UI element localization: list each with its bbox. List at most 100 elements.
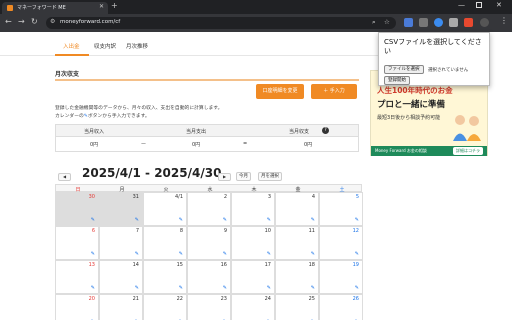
pencil-icon[interactable]: ✎: [267, 251, 271, 257]
calendar-day-cell[interactable]: 16 ✎: [187, 260, 231, 294]
pencil-icon[interactable]: ✎: [223, 217, 227, 223]
zoom-search-icon[interactable]: ⌕: [372, 18, 376, 27]
pencil-icon[interactable]: ✎: [267, 217, 271, 223]
pencil-icon[interactable]: ✎: [135, 217, 139, 223]
calendar-day-cell[interactable]: 22✎: [143, 294, 187, 320]
pencil-icon[interactable]: ✎: [135, 285, 139, 291]
site-info-icon[interactable]: ⚙: [50, 18, 55, 25]
calendar-day-cell[interactable]: 14 ✎: [99, 260, 143, 294]
pencil-icon[interactable]: ✎: [355, 251, 359, 257]
day-number: 14: [132, 262, 139, 268]
ad-cta-button[interactable]: 詳細はコチラ: [453, 147, 483, 155]
day-number: 26: [352, 296, 359, 302]
pencil-icon[interactable]: ✎: [91, 251, 95, 257]
calendar-day-cell[interactable]: 6 ✎: [55, 226, 99, 260]
day-number: 15: [176, 262, 183, 268]
tab-monthly-trend[interactable]: 月次推移: [126, 42, 148, 50]
extension-icon[interactable]: [419, 18, 428, 27]
calendar-day-cell[interactable]: 4 ✎: [275, 192, 319, 226]
calendar-day-cell[interactable]: 2 ✎: [187, 192, 231, 226]
calendar-day-cell[interactable]: 3 ✎: [231, 192, 275, 226]
equals-operator: =: [243, 141, 248, 147]
balance-label: 当月収支: [289, 129, 310, 135]
pencil-icon[interactable]: ✎: [311, 285, 315, 291]
back-arrow-icon[interactable]: ←: [5, 17, 12, 27]
pencil-icon[interactable]: ✎: [179, 251, 183, 257]
pencil-icon[interactable]: ✎: [311, 217, 315, 223]
day-number: 31: [132, 194, 139, 200]
window-close-button[interactable]: ✕: [496, 1, 502, 9]
start-import-button[interactable]: 登録開始: [384, 76, 410, 85]
calendar-day-cell[interactable]: 8 ✎: [143, 226, 187, 260]
manual-entry-button[interactable]: ＋ 手入力: [311, 84, 357, 99]
minus-operator: ー: [141, 142, 147, 148]
calendar-day-cell[interactable]: 17 ✎: [231, 260, 275, 294]
new-tab-button[interactable]: +: [111, 1, 118, 10]
calendar-day-cell[interactable]: 23✎: [187, 294, 231, 320]
window-minimize-button[interactable]: —: [458, 1, 465, 9]
help-icon[interactable]: ?: [322, 127, 329, 134]
calendar-day-cell[interactable]: 7 ✎: [99, 226, 143, 260]
ad-note: 最短3日後から相談予約可能: [377, 115, 441, 121]
calendar-day-cell[interactable]: 5 ✎: [319, 192, 363, 226]
calendar-day-cell[interactable]: 11 ✎: [275, 226, 319, 260]
calendar-day-cell[interactable]: 12 ✎: [319, 226, 363, 260]
calendar-day-cell[interactable]: 25✎: [275, 294, 319, 320]
pencil-icon[interactable]: ✎: [267, 285, 271, 291]
calendar-day-cell[interactable]: 19 ✎: [319, 260, 363, 294]
tab-close-icon[interactable]: ✕: [99, 3, 104, 10]
csv-import-extension-icon[interactable]: [464, 18, 473, 27]
browser-tab[interactable]: マネーフォワード ME ✕: [2, 2, 108, 14]
day-number: 20: [88, 296, 95, 302]
extension-circle-icon[interactable]: [434, 18, 443, 27]
forward-arrow-icon[interactable]: →: [18, 17, 25, 27]
ad-footer: Money Forward お金の相談 詳細はコチラ: [371, 146, 487, 156]
calendar-day-cell[interactable]: 9 ✎: [187, 226, 231, 260]
pencil-icon[interactable]: ✎: [179, 285, 183, 291]
tab-cashflow[interactable]: 入出金: [63, 42, 80, 50]
extension-translate-icon[interactable]: [404, 18, 413, 27]
browser-menu-icon[interactable]: ⋮: [500, 16, 508, 25]
pencil-icon[interactable]: ✎: [91, 285, 95, 291]
pencil-icon[interactable]: ✎: [223, 251, 227, 257]
tab-breakdown[interactable]: 収支内訳: [94, 42, 116, 50]
bookmark-star-icon[interactable]: ☆: [384, 18, 390, 26]
address-bar[interactable]: ⚙ moneyforward.com/cf ⌕ ☆: [46, 17, 396, 29]
pencil-icon[interactable]: ✎: [91, 217, 95, 223]
day-number: 9: [223, 228, 227, 234]
calendar-day-cell[interactable]: 31 ✎: [99, 192, 143, 226]
next-month-button[interactable]: ▶: [218, 173, 231, 181]
calendar-day-cell[interactable]: 18 ✎: [275, 260, 319, 294]
this-month-button[interactable]: 今月: [236, 172, 251, 181]
change-account-button[interactable]: 口座明細を変更: [256, 84, 304, 99]
window-maximize-button[interactable]: [476, 2, 482, 8]
profile-avatar-icon[interactable]: [480, 18, 489, 27]
section-divider: [55, 79, 359, 81]
calendar-day-cell[interactable]: 26✎: [319, 294, 363, 320]
pencil-icon[interactable]: ✎: [135, 251, 139, 257]
day-number: 7: [135, 228, 139, 234]
calendar-day-cell[interactable]: 4/1 ✎: [143, 192, 187, 226]
calendar-day-cell[interactable]: 15 ✎: [143, 260, 187, 294]
calendar-day-cell[interactable]: 24✎: [231, 294, 275, 320]
calendar-day-cell[interactable]: 30 ✎: [55, 192, 99, 226]
calendar-day-cell[interactable]: 20✎: [55, 294, 99, 320]
extension-puzzle-icon[interactable]: [449, 18, 458, 27]
prev-month-button[interactable]: ◀: [58, 173, 71, 181]
calendar-day-cell[interactable]: 21✎: [99, 294, 143, 320]
day-number: 25: [308, 296, 315, 302]
pencil-icon[interactable]: ✎: [179, 217, 183, 223]
reload-icon[interactable]: ↻: [31, 17, 38, 27]
choose-file-button[interactable]: ファイルを選択: [384, 65, 424, 74]
income-value: 0円: [90, 142, 99, 148]
day-number: 12: [352, 228, 359, 234]
pencil-icon[interactable]: ✎: [223, 285, 227, 291]
pencil-icon[interactable]: ✎: [355, 217, 359, 223]
day-number: 4: [311, 194, 315, 200]
pencil-icon[interactable]: ✎: [311, 251, 315, 257]
select-month-button[interactable]: 月を選択: [258, 172, 282, 181]
pencil-icon[interactable]: ✎: [355, 285, 359, 291]
calendar-day-cell[interactable]: 13 ✎: [55, 260, 99, 294]
calendar-day-cell[interactable]: 10 ✎: [231, 226, 275, 260]
expense-label: 当月支出: [186, 129, 207, 135]
